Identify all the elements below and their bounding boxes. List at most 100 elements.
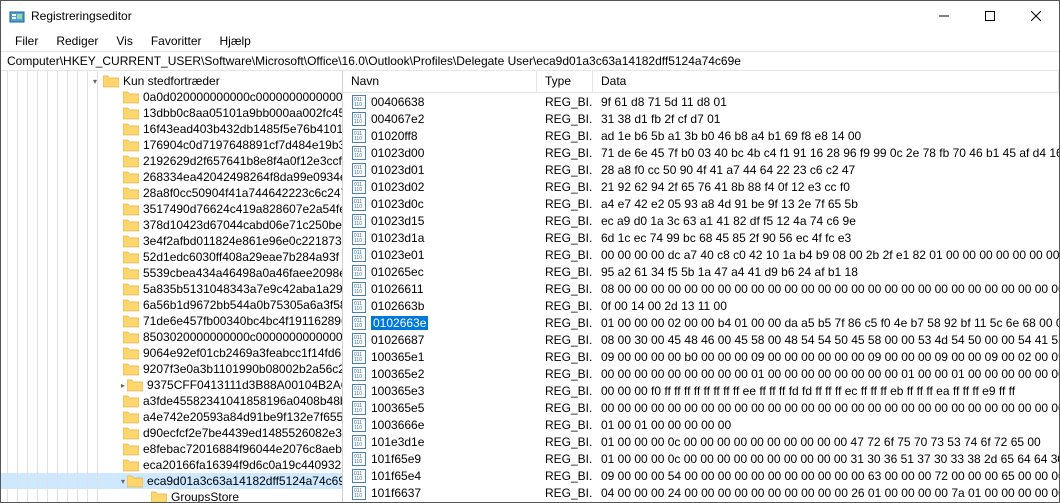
close-button[interactable] [1013, 1, 1059, 31]
value-row[interactable]: 01111001023d15REG_BI...ec a9 d0 1a 3c 63… [343, 212, 1059, 229]
svg-text:110: 110 [354, 340, 362, 346]
tree-label: GroupsStore [171, 490, 239, 502]
value-data: 95 a2 61 34 f5 5b 1a 47 a4 41 d9 b6 24 a… [593, 265, 1059, 279]
svg-text:110: 110 [354, 289, 362, 295]
value-data: 31 38 d1 fb 2f cf d7 01 [593, 112, 1059, 126]
value-row[interactable]: 01111001026611REG_BI...08 00 00 00 00 00… [343, 280, 1059, 297]
value-type: REG_BI... [537, 214, 593, 228]
value-type: REG_BI... [537, 129, 593, 143]
tree-node[interactable]: eca20166fa16394f9d6c0a19c4409323 [1, 457, 342, 473]
value-row[interactable]: 011110100365e2REG_BI...00 00 00 00 00 00… [343, 365, 1059, 382]
value-name: 100365e2 [371, 367, 424, 381]
tree-node[interactable]: 2192629d2f657641b8e8f4a0f12e3ccf0 [1, 153, 342, 169]
value-row[interactable]: 01111001023d00REG_BI...71 de 6e 45 7f b0… [343, 144, 1059, 161]
value-data: 01 00 01 00 00 00 00 00 [593, 418, 1059, 432]
value-row[interactable]: 0111101102035dREG_BI...09 00 00 01 1e 00… [343, 501, 1059, 502]
value-row[interactable]: 0111100102663eREG_BI...01 00 00 00 02 00… [343, 314, 1059, 331]
value-row[interactable]: 011110101f65e9REG_BI...01 00 00 00 0c 00… [343, 450, 1059, 467]
tree-node[interactable]: 8503020000000000c0000000000000046 [1, 329, 342, 345]
tree-node[interactable]: 28a8f0cc50904f41a744642223c6c247 [1, 185, 342, 201]
expand-toggle-icon[interactable]: ▸ [121, 379, 125, 391]
value-type: REG_BI... [537, 180, 593, 194]
minimize-button[interactable] [921, 1, 967, 31]
value-type: REG_BI... [537, 231, 593, 245]
value-name-cell: 011110101f65e9 [343, 451, 537, 467]
value-name: 01023d01 [371, 163, 424, 177]
value-name: 01023d15 [371, 214, 424, 228]
tree-node[interactable]: 176904c0d7197648891cf7d484e19b33 [1, 137, 342, 153]
value-data: 01 00 00 00 0c 00 00 00 00 00 00 00 00 0… [593, 435, 1059, 449]
value-type: REG_BI... [537, 486, 593, 500]
value-row[interactable]: 01111001026687REG_BI...08 00 30 00 45 48… [343, 331, 1059, 348]
tree-node[interactable]: 6a56b1d9672bb544a0b75305a6a3f58d [1, 297, 342, 313]
tree-node[interactable]: 71de6e457fb00340bc4bc4f191162896 [1, 313, 342, 329]
menu-help[interactable]: Hjælp [212, 32, 259, 50]
expand-toggle-icon[interactable]: ▾ [89, 75, 101, 87]
value-row[interactable]: 01111001023d02REG_BI...21 92 62 94 2f 65… [343, 178, 1059, 195]
menu-file[interactable]: Filer [7, 32, 46, 50]
menu-view[interactable]: Vis [108, 32, 140, 50]
value-row[interactable]: 0111100102663bREG_BI...0f 00 14 00 2d 13… [343, 297, 1059, 314]
maximize-button[interactable] [967, 1, 1013, 31]
tree-node[interactable]: 3517490d76624c419a828607e2a54feb [1, 201, 342, 217]
menu-edit[interactable]: Rediger [48, 32, 106, 50]
tree-node[interactable]: 52d1edc6030ff408a29eae7b284a93f [1, 249, 342, 265]
value-name: 01023d0c [371, 197, 424, 211]
value-row[interactable]: 011110100365e3REG_BI...00 00 00 f0 ff ff… [343, 382, 1059, 399]
tree-node[interactable]: 3e4f2afbd011824e861e96e0c2218738 [1, 233, 342, 249]
menubar: Filer Rediger Vis Favoritter Hjælp [1, 31, 1059, 51]
value-row[interactable]: 01111001020ff8REG_BI...ad 1e b6 5b a1 3b… [343, 127, 1059, 144]
tree-node[interactable]: a4e742e20593a84d91be9f132e7f655b [1, 409, 342, 425]
value-row[interactable]: 01111001023e01REG_BI...00 00 00 00 dc a7… [343, 246, 1059, 263]
value-type: REG_BI... [537, 299, 593, 313]
col-type[interactable]: Type [537, 71, 593, 92]
expand-toggle-icon[interactable]: ▾ [121, 475, 125, 487]
value-row[interactable]: 011110100365e5REG_BI...00 00 00 00 00 00… [343, 399, 1059, 416]
tree-node[interactable]: 5a835b5131048343a7e9c42aba1a2940 [1, 281, 342, 297]
value-name-cell: 011110100365e1 [343, 349, 537, 365]
value-data: 01 00 00 00 02 00 00 b4 01 00 00 da a5 b… [593, 316, 1059, 330]
address-bar[interactable]: Computer\HKEY_CURRENT_USER\Software\Micr… [1, 51, 1059, 71]
value-list[interactable]: 01111000406638REG_BI...9f 61 d8 71 5d 11… [343, 93, 1059, 502]
value-row[interactable]: 011110101f65e4REG_BI...09 00 00 00 54 00… [343, 467, 1059, 484]
tree-node[interactable]: 9207f3e0a3b1101990b08002b2a56c2 [1, 361, 342, 377]
tree-label: 5a835b5131048343a7e9c42aba1a2940 [143, 282, 343, 296]
tree-node[interactable]: 378d10423d67044cabd06e71c250bef3 [1, 217, 342, 233]
value-row[interactable]: 01111000406638REG_BI...9f 61 d8 71 5d 11… [343, 93, 1059, 110]
tree-node[interactable]: ▾eca9d01a3c63a14182dff5124a74c69e [1, 473, 342, 489]
value-row[interactable]: 011110100365e1REG_BI...09 00 00 00 00 b0… [343, 348, 1059, 365]
value-name-cell: 0111100102663b [343, 298, 537, 314]
tree-node[interactable]: d90ecfcf2e7be4439ed1485526082e3f [1, 425, 342, 441]
value-row[interactable]: 0111101003666eREG_BI...01 00 01 00 00 00… [343, 416, 1059, 433]
tree-node[interactable]: ▾Kun stedfortræder [1, 73, 342, 89]
tree-node[interactable]: 0a0d020000000000c0000000000000046 [1, 89, 342, 105]
col-data[interactable]: Data [593, 71, 1059, 92]
svg-text:110: 110 [354, 459, 362, 465]
value-name-cell: 01111001023d0c [343, 196, 537, 212]
tree-node[interactable]: GroupsStore [1, 489, 342, 502]
tree-node[interactable]: 13dbb0c8aa05101a9bb000aa002fc45a [1, 105, 342, 121]
value-row[interactable]: 011110004067e2REG_BI...31 38 d1 fb 2f cf… [343, 110, 1059, 127]
tree-node[interactable]: 16f43ead403b432db1485f5e76b4101d [1, 121, 342, 137]
value-row[interactable]: 011110010265ecREG_BI...95 a2 61 34 f5 5b… [343, 263, 1059, 280]
value-name: 101f6637 [371, 486, 421, 500]
value-row[interactable]: 011110101f6637REG_BI...04 00 00 00 24 00… [343, 484, 1059, 501]
tree-node[interactable]: ▸9375CFF0413111d3B88A00104B2A6676 [1, 377, 342, 393]
tree-node[interactable]: 5539cbea434a46498a0a46faee2098eef [1, 265, 342, 281]
value-name: 100365e5 [371, 401, 424, 415]
tree-node[interactable]: 268334ea42042498264f8da99e0934e [1, 169, 342, 185]
value-row[interactable]: 01111001023d0cREG_BI...a4 e7 42 e2 05 93… [343, 195, 1059, 212]
value-data: 09 00 00 00 54 00 00 00 00 00 00 00 00 0… [593, 469, 1059, 483]
col-name[interactable]: Navn [343, 71, 537, 92]
tree-pane[interactable]: ▾Kun stedfortræder0a0d020000000000c00000… [1, 71, 343, 502]
window: Registreringseditor Filer Rediger Vis Fa… [0, 0, 1060, 503]
value-row[interactable]: 01111001023d01REG_BI...28 a8 f0 cc 50 90… [343, 161, 1059, 178]
tree-node[interactable]: 9064e92ef01cb2469a3feabcc1f14fd6 [1, 345, 342, 361]
value-row[interactable]: 01111001023d1aREG_BI...6d 1c ec 74 99 bc… [343, 229, 1059, 246]
menu-favorites[interactable]: Favoritter [143, 32, 210, 50]
tree-node[interactable]: a3fde45582341041858196a0408b48b6 [1, 393, 342, 409]
value-row[interactable]: 011110101e3d1eREG_BI...01 00 00 00 0c 00… [343, 433, 1059, 450]
tree-node[interactable]: e8febac72016884f96044e2076c8aebf [1, 441, 342, 457]
value-type: REG_BI... [537, 282, 593, 296]
value-name-cell: 011110101e3d1e [343, 434, 537, 450]
